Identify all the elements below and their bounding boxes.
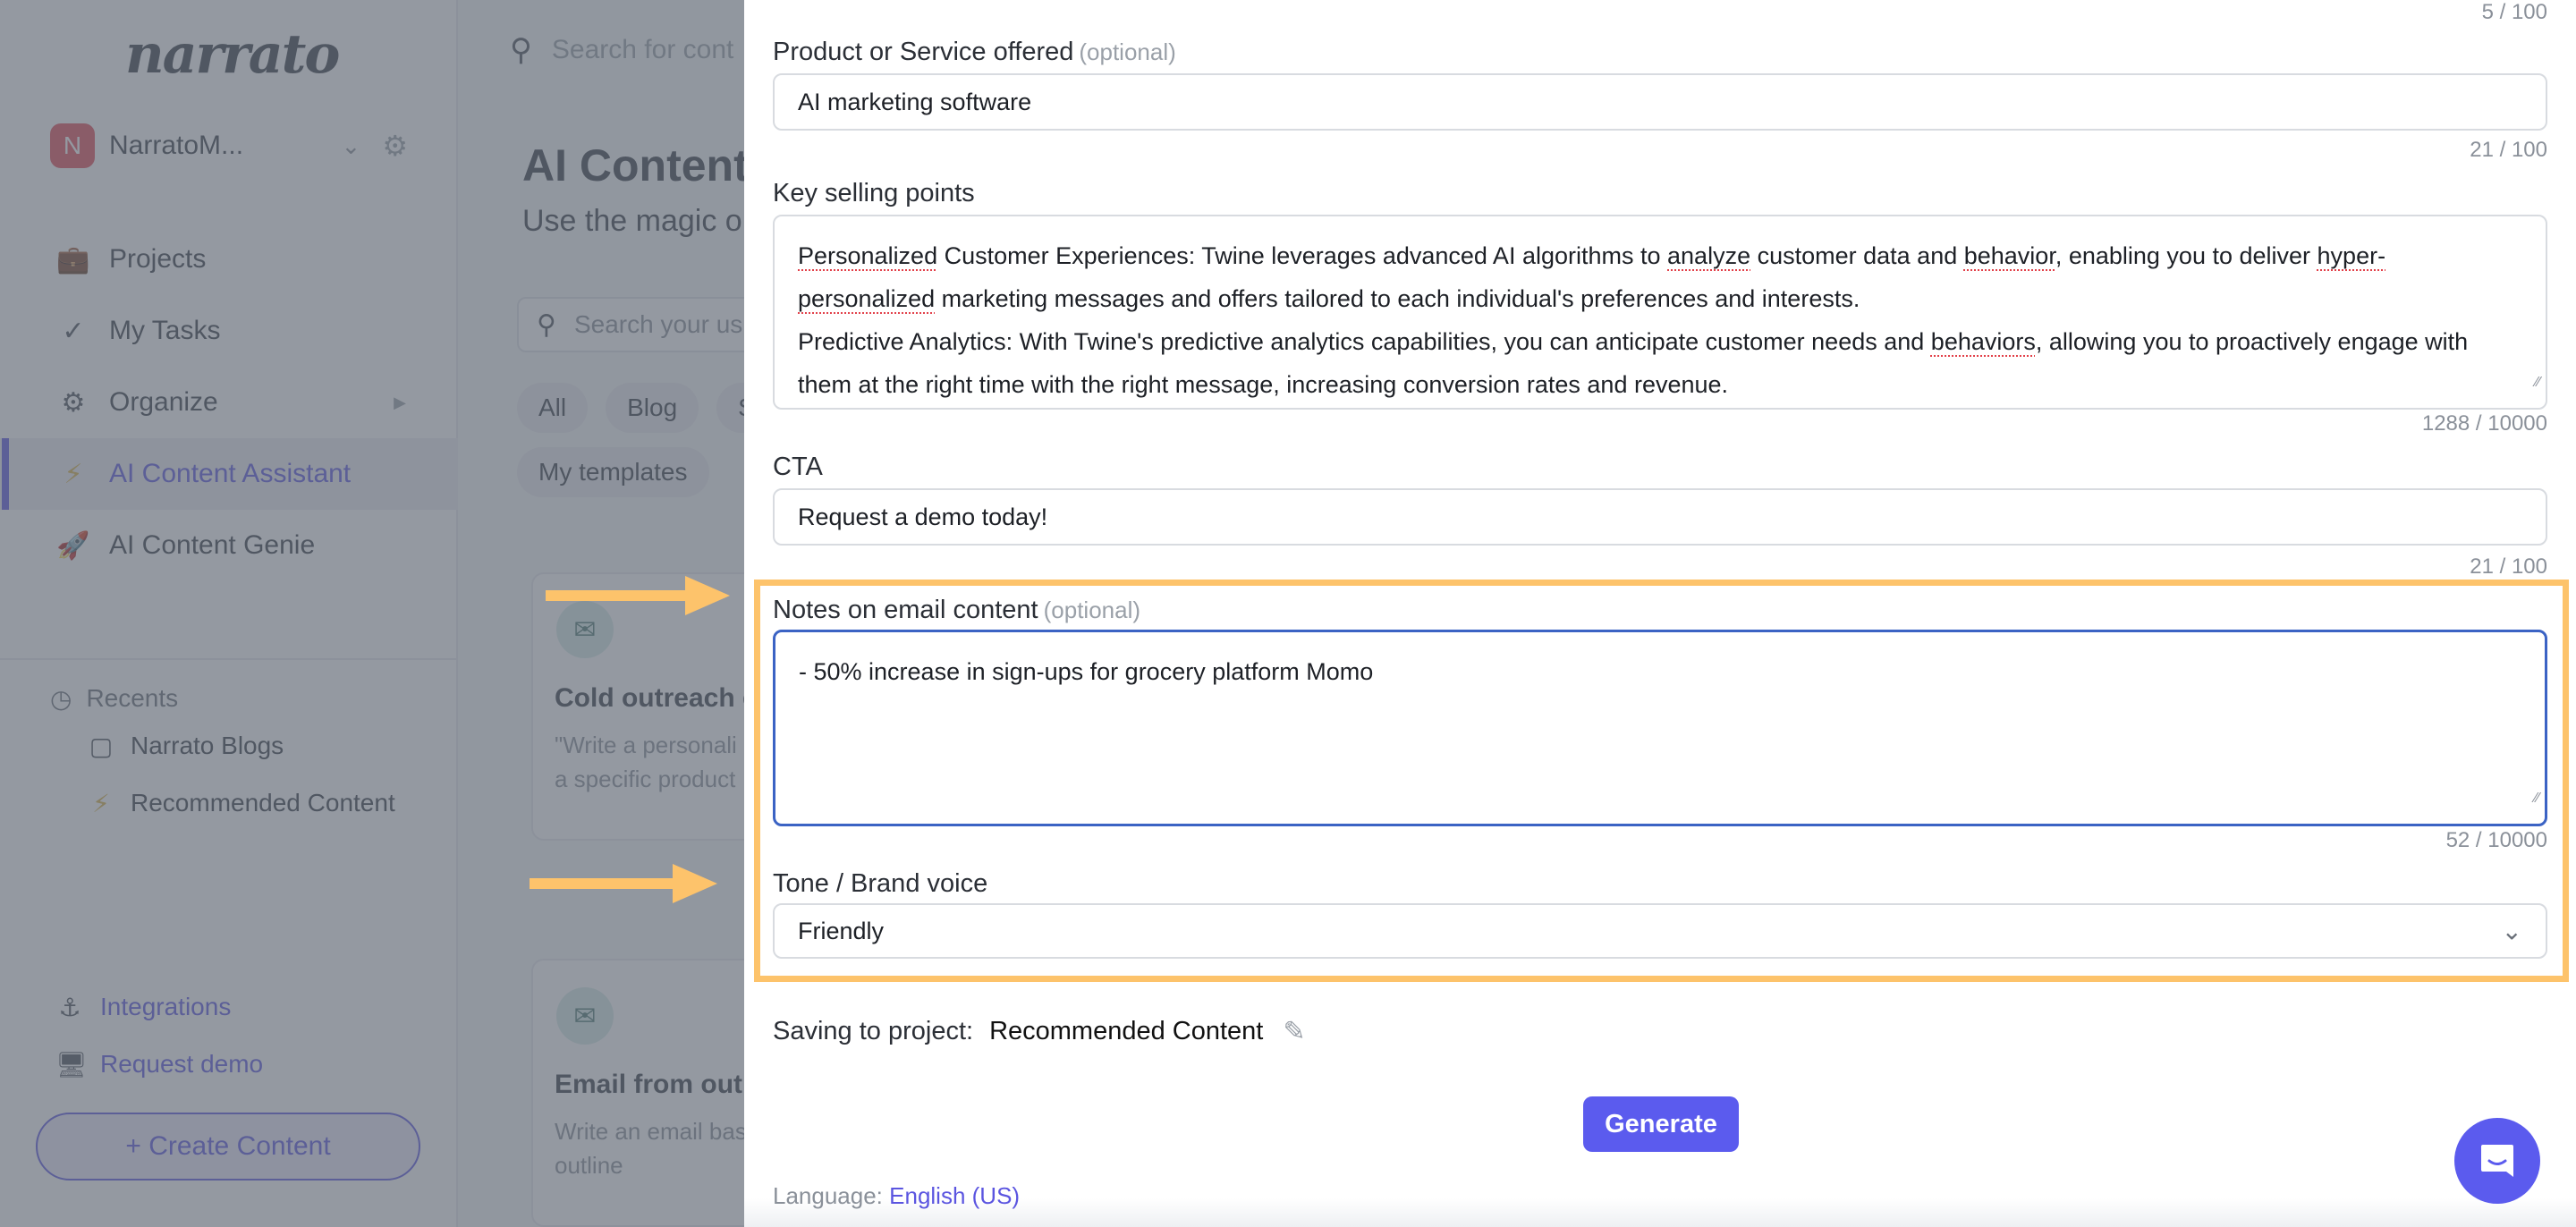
saving-project-name: Recommended Content (989, 1017, 1264, 1045)
cta-input-value: Request a demo today! (798, 503, 1048, 530)
cta-label: CTA (773, 453, 823, 481)
notes-label-text: Notes on email content (773, 596, 1038, 624)
annotation-arrow-icon (530, 864, 717, 903)
notes-label: Notes on email content (optional) (773, 596, 1140, 625)
selling-points-counter: 1288 / 10000 (2421, 411, 2547, 436)
text-segment: , enabling you to deliver (2055, 242, 2318, 269)
text-segment: customer data and (1750, 242, 1964, 269)
selling-points-line: Predictive Analytics: With Twine's predi… (798, 320, 2468, 363)
annotation-arrow-icon (546, 576, 730, 615)
text-segment: marketing messages and offers tailored t… (935, 285, 1860, 312)
selling-points-textarea[interactable]: Personalized Customer Experiences: Twine… (773, 215, 2547, 410)
language-setting: Language: English (US) (773, 1182, 1020, 1210)
selling-points-line: personalized marketing messages and offe… (798, 277, 2468, 320)
selling-points-line: Personalized Customer Experiences: Twine… (798, 234, 2468, 277)
language-label: Language: (773, 1182, 883, 1209)
tone-select[interactable]: Friendly ⌄ (773, 903, 2547, 959)
spellcheck-word: analyze (1667, 242, 1751, 269)
saving-to-project: Saving to project: Recommended Content ✎ (773, 1016, 1306, 1047)
chat-support-button[interactable] (2454, 1118, 2540, 1204)
optional-tag: (optional) (1079, 38, 1176, 65)
arrow-shaft (530, 878, 676, 889)
spellcheck-word: hyper- (2317, 242, 2386, 269)
arrow-head (685, 576, 730, 615)
product-input[interactable]: AI marketing software (773, 73, 2547, 131)
product-input-value: AI marketing software (798, 88, 1032, 115)
cta-input[interactable]: Request a demo today! (773, 488, 2547, 546)
product-label-text: Product or Service offered (773, 38, 1074, 66)
language-link[interactable]: English (US) (889, 1182, 1020, 1209)
optional-tag: (optional) (1043, 597, 1141, 623)
selling-points-label: Key selling points (773, 179, 975, 207)
saving-label: Saving to project: (773, 1017, 974, 1045)
text-segment: Customer Experiences: Twine leverages ad… (937, 242, 1668, 269)
product-counter: 21 / 100 (2470, 138, 2547, 162)
cta-counter: 21 / 100 (2470, 554, 2547, 579)
selling-points-text: Personalized Customer Experiences: Twine… (798, 234, 2468, 406)
text-segment: Predictive Analytics: With Twine's predi… (798, 328, 1931, 355)
arrow-head (673, 864, 717, 903)
tone-selected-value: Friendly (798, 917, 885, 944)
notes-textarea[interactable]: - 50% increase in sign-ups for grocery p… (773, 630, 2547, 826)
resize-handle-icon[interactable]: ∕∕ (2536, 361, 2540, 404)
notes-counter: 52 / 10000 (2445, 828, 2547, 852)
spellcheck-word: behavior (1963, 242, 2055, 269)
chevron-down-icon: ⌄ (2501, 917, 2522, 945)
spellcheck-word: Personalized (798, 242, 938, 269)
text-segment: them at the right time with the right me… (798, 371, 1729, 398)
spellcheck-word: behaviors (1930, 328, 2036, 355)
selling-points-line: them at the right time with the right me… (798, 363, 2468, 406)
text-segment: , allowing you to proactively engage wit… (2035, 328, 2469, 355)
generate-button[interactable]: Generate (1583, 1096, 1739, 1152)
edit-icon[interactable]: ✎ (1283, 1016, 1305, 1047)
previous-field-counter: 5 / 100 (2481, 0, 2547, 24)
spellcheck-word: personalized (798, 285, 936, 312)
product-label: Product or Service offered (optional) (773, 38, 1176, 67)
arrow-shaft (546, 590, 689, 601)
chat-icon (2481, 1145, 2513, 1177)
resize-handle-icon[interactable]: ∕∕ (2535, 777, 2539, 820)
notes-textarea-value: - 50% increase in sign-ups for grocery p… (799, 658, 1374, 685)
tone-label: Tone / Brand voice (773, 869, 988, 898)
